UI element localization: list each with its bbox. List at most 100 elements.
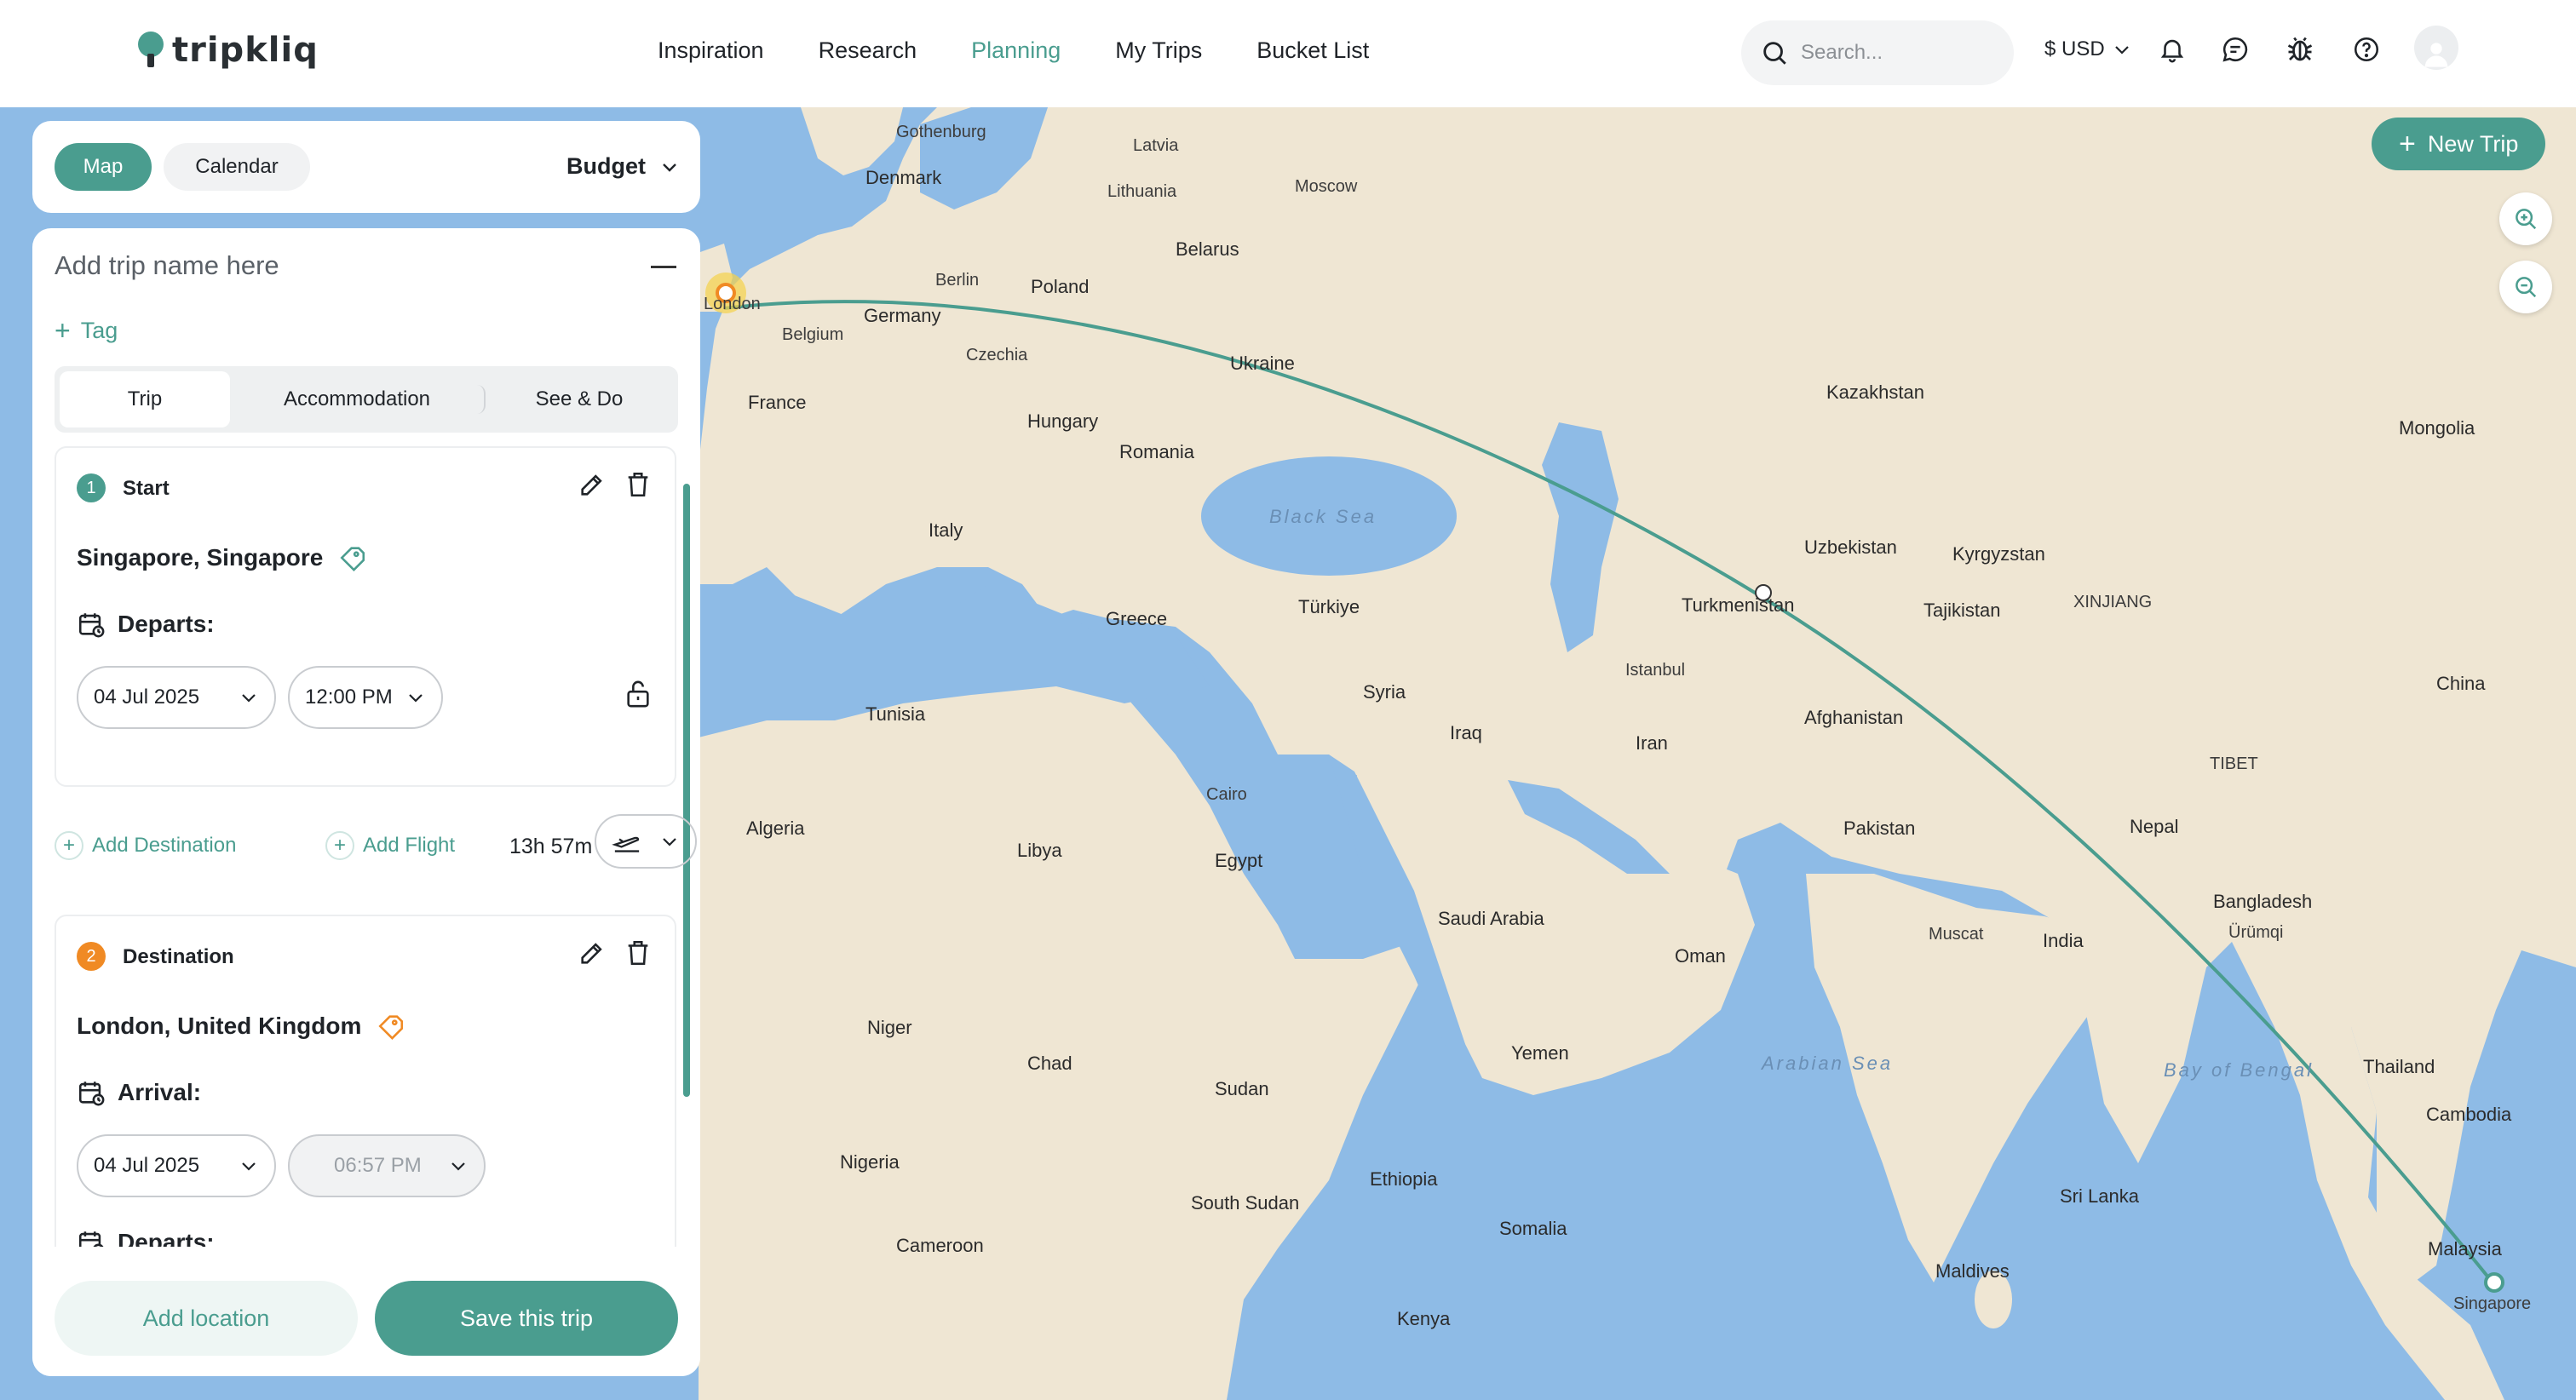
new-trip-button[interactable]: + New Trip xyxy=(2372,118,2546,170)
plus-icon: + xyxy=(2399,128,2416,160)
map-label-tunisia: Tunisia xyxy=(865,703,926,725)
map-label-romania: Romania xyxy=(1119,441,1195,462)
map-label-moscow: Moscow xyxy=(1295,177,1358,196)
map-label-ethiopia: Ethiopia xyxy=(1370,1168,1438,1190)
arrival-time-select[interactable]: 06:57 PM xyxy=(288,1134,486,1197)
map-label-south-sudan: South Sudan xyxy=(1191,1192,1300,1214)
stop-place: Singapore, Singapore xyxy=(77,543,367,572)
map-label-germany: Germany xyxy=(864,305,941,326)
zoom-out-button[interactable] xyxy=(2499,261,2552,313)
price-tag-icon[interactable] xyxy=(377,1012,405,1041)
chevron-down-icon xyxy=(451,1162,465,1171)
map-label-chad: Chad xyxy=(1027,1053,1072,1074)
stop-place: London, United Kingdom xyxy=(77,1012,405,1041)
map-label-cambodia: Cambodia xyxy=(2426,1104,2512,1125)
map-label-syria: Syria xyxy=(1363,681,1406,703)
map-label-mongolia: Mongolia xyxy=(2399,417,2475,439)
map-label-sudan: Sudan xyxy=(1215,1078,1269,1099)
trash-icon[interactable] xyxy=(624,470,653,499)
lock-open-icon[interactable] xyxy=(624,678,653,710)
bug-icon[interactable] xyxy=(2283,32,2317,66)
map-view-button[interactable]: Map xyxy=(55,143,152,191)
map-label-oman: Oman xyxy=(1675,945,1726,967)
currency-selector[interactable]: $ USD xyxy=(2044,37,2132,61)
map-label-greece: Greece xyxy=(1106,608,1168,629)
tab-see-and-do[interactable]: See & Do xyxy=(486,371,673,427)
map-label-poland: Poland xyxy=(1031,276,1090,297)
calendar-clock-icon xyxy=(78,1082,105,1106)
zoom-in-icon xyxy=(2516,209,2537,230)
map-label-bangladesh: Bangladesh xyxy=(2213,891,2313,912)
bell-icon[interactable] xyxy=(2155,32,2189,66)
map-label-tajikistan: Tajikistan xyxy=(1923,600,2001,621)
panel-scrollbar[interactable] xyxy=(683,484,690,1097)
arrival-time-value: 06:57 PM xyxy=(334,1154,422,1177)
tab-accommodation[interactable]: Accommodation xyxy=(230,385,486,414)
tripkliq-logo[interactable]: tripkliq xyxy=(136,31,319,70)
map-label-black-sea: Black Sea xyxy=(1269,506,1377,527)
save-trip-button[interactable]: Save this trip xyxy=(375,1281,678,1356)
map-label-cairo: Cairo xyxy=(1206,785,1247,804)
map-label-iraq: Iraq xyxy=(1450,722,1482,743)
map-label-gothenburg: Gothenburg xyxy=(896,123,986,141)
stop-card-destination: 2 Destination London, United Kingdom Arr… xyxy=(55,915,676,1272)
edit-icon[interactable] xyxy=(578,470,607,499)
budget-label: Budget xyxy=(566,153,646,179)
panel-actions: Add location Save this trip xyxy=(55,1281,678,1356)
calendar-view-button[interactable]: Calendar xyxy=(164,143,310,191)
add-flight-button[interactable]: + Add Flight xyxy=(325,831,455,860)
user-avatar[interactable] xyxy=(2414,26,2458,70)
stop-place-name: London, United Kingdom xyxy=(77,1013,362,1039)
add-destination-button[interactable]: + Add Destination xyxy=(55,831,236,860)
chevron-down-icon xyxy=(2114,46,2129,55)
nav-my-trips[interactable]: My Trips xyxy=(1115,37,1202,64)
map-label-ukraine: Ukraine xyxy=(1230,353,1295,374)
depart-time-value: 12:00 PM xyxy=(305,686,393,709)
chevron-down-icon xyxy=(409,694,423,703)
add-location-button[interactable]: Add location xyxy=(55,1281,358,1356)
zoom-in-button[interactable] xyxy=(2499,192,2552,245)
map-label-nepal: Nepal xyxy=(2130,816,2179,837)
trash-icon[interactable] xyxy=(624,938,653,967)
map-label-china: China xyxy=(2436,673,2486,694)
map-label-libya: Libya xyxy=(1017,840,1062,861)
arrival-date-select[interactable]: 04 Jul 2025 xyxy=(77,1134,276,1197)
nav-bucket-list[interactable]: Bucket List xyxy=(1256,37,1369,64)
map-label-thailand: Thailand xyxy=(2363,1056,2435,1077)
search-box[interactable] xyxy=(1741,20,2014,85)
nav-planning[interactable]: Planning xyxy=(971,37,1061,64)
depart-time-select[interactable]: 12:00 PM xyxy=(288,666,443,729)
nav-research[interactable]: Research xyxy=(819,37,917,64)
plus-icon: + xyxy=(55,315,71,346)
chat-icon[interactable] xyxy=(2218,32,2252,66)
map-label-pakistan: Pakistan xyxy=(1843,818,1916,839)
search-input[interactable] xyxy=(1801,41,1988,65)
map-label-algeria: Algeria xyxy=(746,818,805,839)
budget-dropdown[interactable]: Budget xyxy=(566,153,680,180)
depart-date-select[interactable]: 04 Jul 2025 xyxy=(77,666,276,729)
edit-icon[interactable] xyxy=(578,938,607,967)
nav-inspiration[interactable]: Inspiration xyxy=(658,37,764,64)
leg-actions-row: + Add Destination + Add Flight 13h 57m xyxy=(55,814,697,872)
help-icon[interactable] xyxy=(2349,32,2383,66)
map-label-denmark: Denmark xyxy=(865,167,942,188)
price-tag-icon[interactable] xyxy=(338,543,367,572)
trip-name-input[interactable]: Add trip name here xyxy=(55,250,279,281)
airplane-icon xyxy=(612,836,640,852)
main-nav: Inspiration Research Planning My Trips B… xyxy=(658,37,1369,64)
tab-trip[interactable]: Trip xyxy=(60,371,230,427)
transport-mode-select[interactable] xyxy=(595,814,697,869)
map-label-arabian-sea: Arabian Sea xyxy=(1762,1053,1894,1074)
departs-text: Departs: xyxy=(118,611,215,637)
map-label-uzbekistan: Uzbekistan xyxy=(1804,536,1897,558)
map-label-sri-lanka: Sri Lanka xyxy=(2060,1185,2139,1207)
new-trip-label: New Trip xyxy=(2427,130,2519,157)
brand-name: tripkliq xyxy=(172,31,319,70)
view-mode-bar: Map Calendar Budget xyxy=(32,121,700,213)
add-tag-button[interactable]: + Tag xyxy=(55,317,118,344)
map-label-india: India xyxy=(2043,930,2084,951)
map-label-kazakhstan: Kazakhstan xyxy=(1826,382,1924,403)
add-destination-label: Add Destination xyxy=(92,834,237,857)
map-label-singapore: Singapore xyxy=(2453,1294,2532,1313)
collapse-panel-icon[interactable] xyxy=(651,266,676,268)
